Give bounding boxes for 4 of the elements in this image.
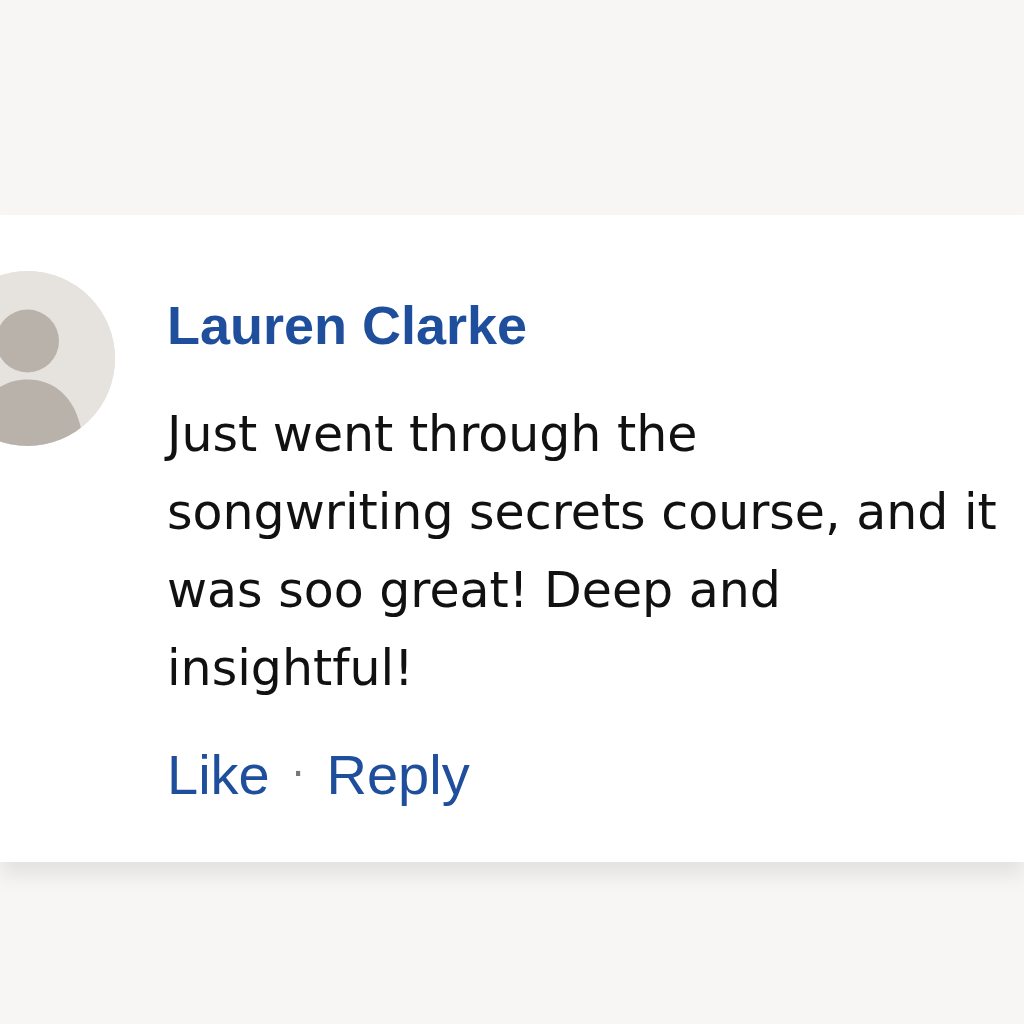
separator-dot: · [291, 751, 305, 798]
action-link[interactable]: Reply [326, 741, 470, 807]
action-link[interactable]: Like [167, 741, 270, 807]
author-name[interactable]: Lauren Clarke [167, 293, 1007, 358]
